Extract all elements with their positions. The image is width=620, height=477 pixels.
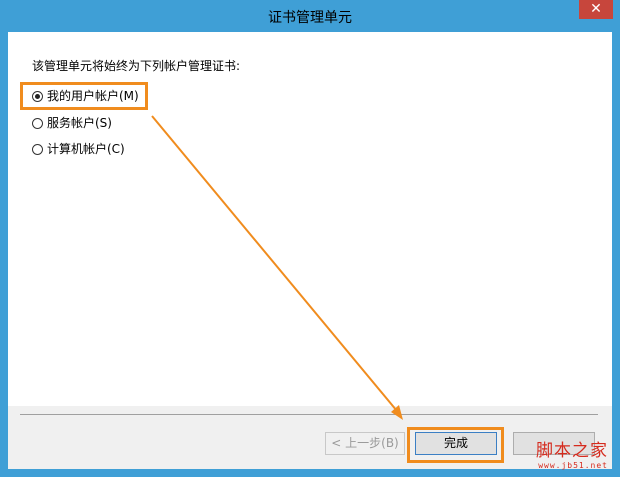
radio-label: 服务帐户(S): [47, 116, 112, 130]
dialog-client-area: 该管理单元将始终为下列帐户管理证书: 我的用户帐户(M) 服务帐户(S) 计算机…: [8, 32, 612, 469]
dialog-window: 证书管理单元 ✕ 该管理单元将始终为下列帐户管理证书: 我的用户帐户(M) 服务…: [0, 0, 620, 477]
window-title: 证书管理单元: [268, 10, 352, 26]
radio-unselected-icon[interactable]: [32, 143, 43, 155]
radio-computer-account[interactable]: 计算机帐户(C): [32, 139, 125, 159]
close-icon: ✕: [590, 1, 602, 17]
radio-unselected-icon[interactable]: [32, 117, 43, 129]
back-button[interactable]: < 上一步(B): [325, 432, 405, 455]
watermark-logo: 脚本之家: [536, 441, 608, 461]
radio-service-account[interactable]: 服务帐户(S): [32, 113, 112, 133]
watermark: 脚本之家 www.jb51.net: [536, 441, 608, 471]
highlight-box-option: [20, 82, 148, 110]
content-panel: 该管理单元将始终为下列帐户管理证书: 我的用户帐户(M) 服务帐户(S) 计算机…: [8, 32, 612, 406]
highlight-box-finish: [407, 427, 504, 463]
close-button[interactable]: ✕: [579, 0, 613, 19]
instruction-text: 该管理单元将始终为下列帐户管理证书:: [32, 59, 241, 73]
watermark-url: www.jb51.net: [538, 461, 608, 470]
title-bar[interactable]: 证书管理单元 ✕: [0, 0, 620, 32]
radio-label: 计算机帐户(C): [47, 142, 125, 156]
divider: [20, 414, 598, 415]
